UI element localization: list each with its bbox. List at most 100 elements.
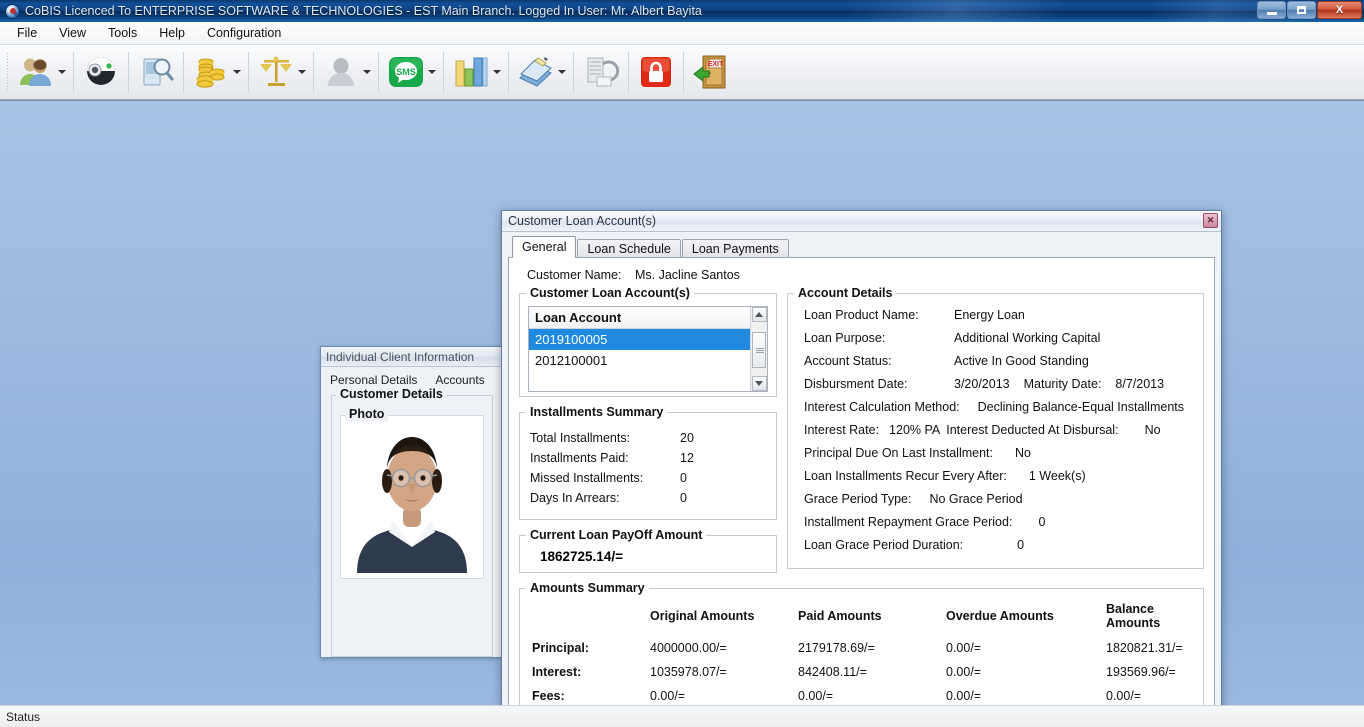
total-installments-value: 20 [680,431,694,445]
toolbar-button-print-documents[interactable] [579,49,623,95]
list-item[interactable]: 2012100001 [529,350,750,371]
toolbar-button-user-profile[interactable] [319,49,373,95]
row-label: Principal: [528,636,646,660]
repayment-grace-label: Installment Repayment Grace Period: [804,515,1012,529]
status-text: Status [6,710,40,724]
toolbar-button-exit[interactable]: EXIT [689,49,733,95]
table-row: Interest: 1035978.07/= 842408.11/= 0.00/… [528,660,1195,684]
cell-balance: 0.00/= [1102,684,1195,705]
toolbar-button-search-account[interactable] [134,49,178,95]
toolbar-separator [183,52,184,92]
balance-scale-icon [256,52,296,92]
chevron-down-icon[interactable] [428,70,436,74]
customer-loan-accounts-dialog[interactable]: Customer Loan Account(s) ✕ General Loan … [501,210,1222,705]
scroll-down-icon[interactable] [752,376,767,391]
customer-loan-accounts-group: Customer Loan Account(s) Loan Account 20… [519,286,777,397]
cell-paid: 842408.11/= [794,660,942,684]
cash-transactions-icon [191,52,231,92]
cell-paid: 2179178.69/= [794,636,942,660]
menu-item-configuration[interactable]: Configuration [196,23,292,43]
chevron-down-icon[interactable] [363,70,371,74]
search-account-icon [136,52,176,92]
chevron-down-icon[interactable] [233,70,241,74]
tab-loan-schedule[interactable]: Loan Schedule [577,239,680,259]
customer-photo [346,421,478,573]
window-controls: X [1256,1,1362,19]
toolbar-separator [378,52,379,92]
individual-client-information-window[interactable]: Individual Client Information Personal D… [320,346,502,658]
menu-bar: File View Tools Help Configuration [0,22,1364,45]
maximize-button[interactable] [1287,1,1316,19]
row-label: Fees: [528,684,646,705]
tab-general[interactable]: General [512,236,576,258]
scroll-up-icon[interactable] [752,307,767,322]
customers-icon [16,52,56,92]
toolbar-button-security[interactable] [634,49,678,95]
client-window-title: Individual Client Information [326,350,474,364]
chevron-down-icon[interactable] [298,70,306,74]
mdi-client-area: Individual Client Information Personal D… [0,100,1364,705]
toolbar-button-webcam-capture[interactable] [79,49,123,95]
cell-balance: 193569.96/= [1102,660,1195,684]
principal-last-installment-row: Principal Due On Last Installment: No [804,446,1195,460]
toolbar-button-customers[interactable] [14,49,68,95]
menu-item-tools[interactable]: Tools [97,23,148,43]
minimize-button[interactable] [1257,1,1286,19]
menu-item-help[interactable]: Help [148,23,196,43]
menu-item-file[interactable]: File [6,23,48,43]
chevron-down-icon[interactable] [58,70,66,74]
interest-deducted-value: No [1145,423,1161,437]
column-header-blank [528,601,646,636]
menu-item-view[interactable]: View [48,23,97,43]
loan-purpose-row: Loan Purpose: Additional Working Capital [804,331,1195,345]
loan-dialog-title: Customer Loan Account(s) [508,214,656,228]
toolbar-button-sms[interactable]: SMS [384,49,438,95]
installments-row: Missed Installments: 0 [530,471,768,485]
days-in-arrears-value: 0 [680,491,687,505]
interest-deducted-label: Interest Deducted At Disbursal: [946,423,1118,437]
chevron-down-icon[interactable] [558,70,566,74]
toolbar-separator [443,52,444,92]
loan-dialog-tabstrip: General Loan Schedule Loan Payments [508,236,1215,258]
interest-rate-row: Interest Rate: 120% PA Interest Deducted… [804,423,1195,437]
toolbar-button-trial-balance[interactable] [254,49,308,95]
loan-product-name-label: Loan Product Name: [804,308,954,322]
loan-account-listbox[interactable]: Loan Account 2019100005 2012100001 [528,306,768,392]
interest-method-row: Interest Calculation Method: Declining B… [804,400,1195,414]
grace-type-row: Grace Period Type: No Grace Period [804,492,1195,506]
loan-account-scrollbar[interactable] [750,307,767,391]
application-window: CoBIS Licenced To ENTERPRISE SOFTWARE & … [0,0,1364,727]
toolbar-button-reports[interactable] [449,49,503,95]
toolbar-separator [683,52,684,92]
loan-account-column-header: Loan Account [529,307,750,329]
disbursment-date-label: Disbursment Date: [804,377,954,391]
toolbar-separator [128,52,129,92]
ledger-books-icon [516,52,556,92]
cell-overdue: 0.00/= [942,660,1102,684]
loan-dialog-body: General Loan Schedule Loan Payments Cust… [502,232,1221,705]
scrollbar-thumb[interactable] [752,332,766,368]
loan-dialog-close-icon[interactable]: ✕ [1203,213,1218,228]
svg-text:SMS: SMS [396,67,416,77]
missed-installments-label: Missed Installments: [530,471,680,485]
toolbar-separator [628,52,629,92]
payoff-title: Current Loan PayOff Amount [526,528,706,542]
installments-paid-label: Installments Paid: [530,451,680,465]
chevron-down-icon[interactable] [493,70,501,74]
interest-rate-value: 120% PA [889,423,940,437]
toolbar-separator [508,52,509,92]
close-button[interactable]: X [1317,1,1362,19]
cell-original: 4000000.00/= [646,636,794,660]
tab-loan-payments[interactable]: Loan Payments [682,239,789,259]
toolbar-button-cash-transactions[interactable] [189,49,243,95]
right-column: Account Details Loan Product Name: Energ… [787,286,1204,581]
toolbar-grip[interactable] [4,53,11,91]
upper-section: Customer Loan Account(s) Loan Account 20… [519,286,1204,581]
toolbar-separator [573,52,574,92]
toolbar-separator [73,52,74,92]
list-item[interactable]: 2019100005 [529,329,750,350]
general-tab-panel: Customer Name: Ms. Jacline Santos Custom… [508,257,1215,705]
toolbar-button-ledger[interactable] [514,49,568,95]
customer-name-label: Customer Name: [527,268,635,282]
cell-paid: 0.00/= [794,684,942,705]
